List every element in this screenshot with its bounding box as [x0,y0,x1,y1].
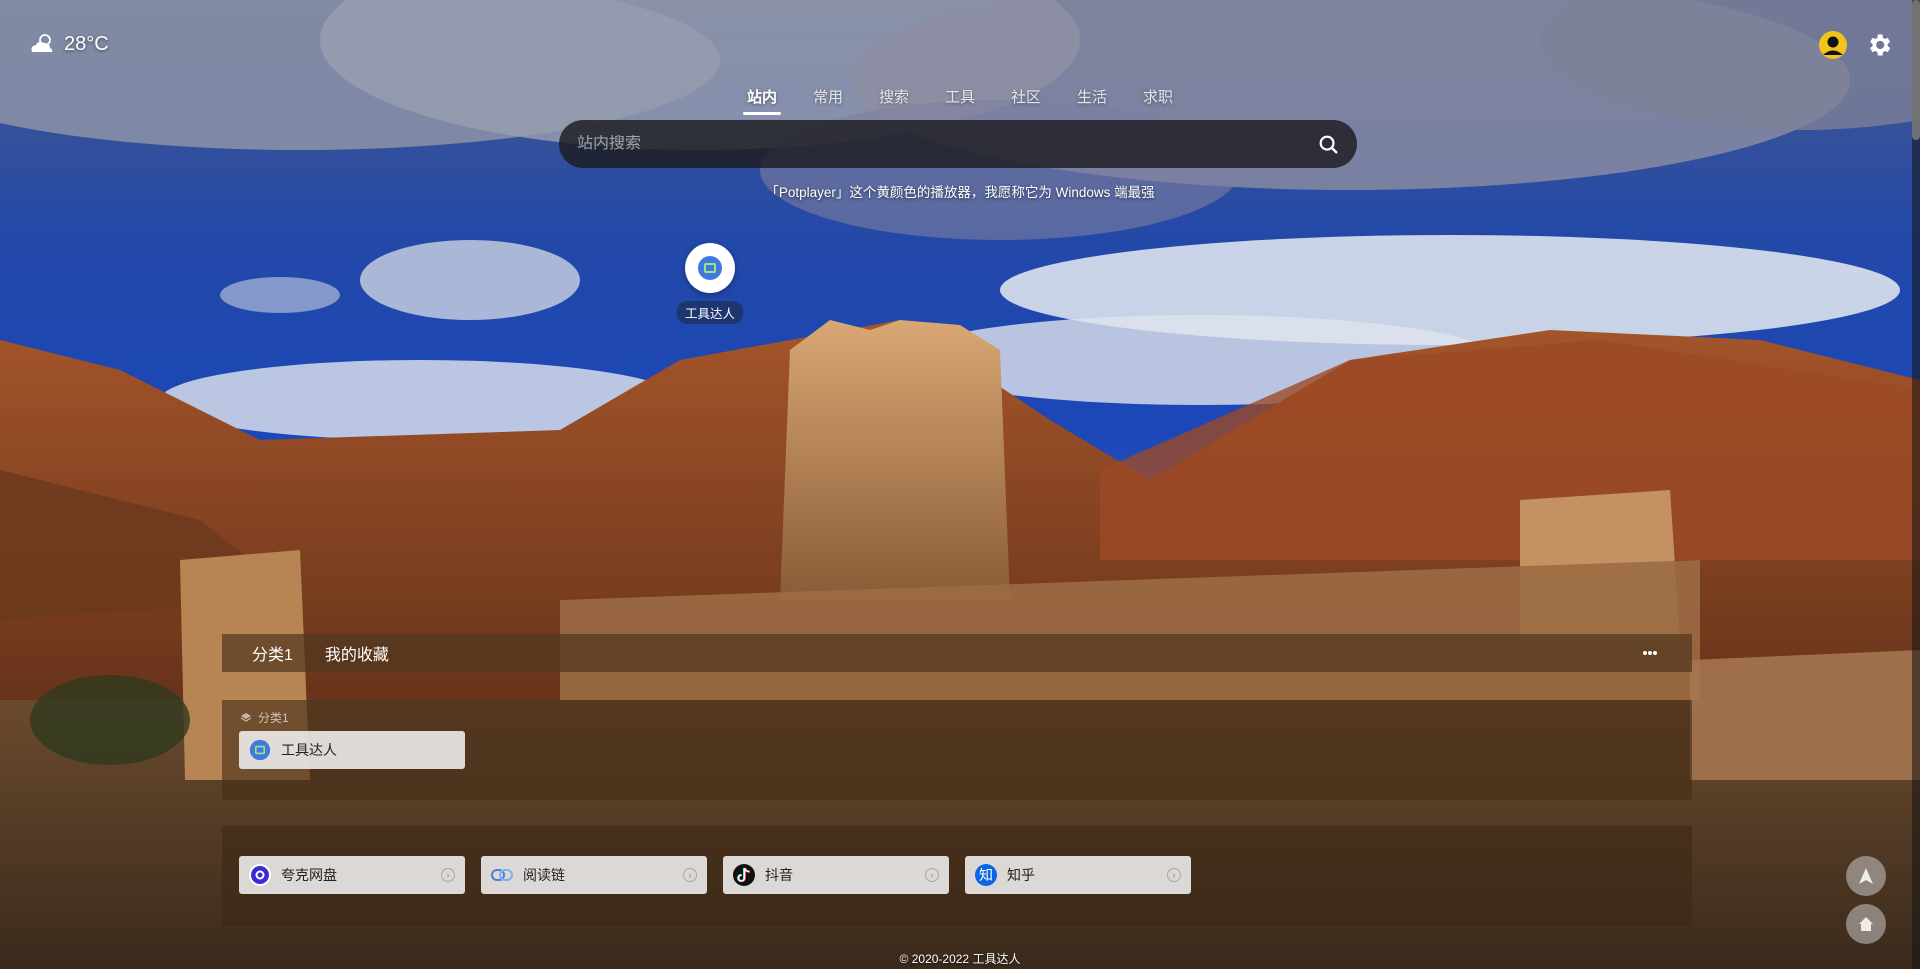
link-card-gongju-daren[interactable]: 工具达人 [239,731,465,769]
search-hint-link[interactable]: 「Potplayer」这个黄颜色的播放器，我愿称它为 Windows 端最强 [0,181,1920,201]
tab-gongju[interactable]: 工具 [927,86,993,115]
site-logo-icon [249,739,271,761]
home-icon[interactable] [1846,904,1886,944]
link-card-label: 夸克网盘 [281,867,337,883]
page-scrollbar-thumb[interactable] [1912,0,1920,140]
top-right-actions [1818,30,1894,60]
footer-copyright: © 2020-2022 工具达人 [899,952,1021,966]
group-title-label: 分类1 [258,711,289,725]
link-card-label: 阅读链 [523,867,565,883]
layers-icon [240,712,252,722]
search-input[interactable] [577,135,1317,153]
tab-changyong[interactable]: 常用 [795,86,861,115]
quark-icon [249,864,271,886]
link-card-label: 抖音 [765,867,793,883]
tab-category-1[interactable]: 分类1 [252,641,293,665]
weather-temperature: 28°C [64,32,109,55]
link-card-quark[interactable]: 夸克网盘 › [239,856,465,894]
search-icon[interactable] [1317,133,1339,155]
navigate-icon[interactable] [1846,856,1886,896]
link-card-yuedulian[interactable]: 阅读链 › [481,856,707,894]
tab-zhannei[interactable]: 站内 [729,86,795,115]
site-logo-icon [685,243,735,293]
weather-widget[interactable]: 28°C [28,32,109,56]
tab-my-favorites[interactable]: 我的收藏 [325,641,389,665]
link-card-label: 知乎 [1007,867,1035,883]
go-arrow-icon: › [683,868,697,882]
favorites-header: 分类1 我的收藏 [222,634,1692,672]
favorites-group-panel: 分类1 工具达人 [222,700,1692,800]
tab-shequ[interactable]: 社区 [993,86,1059,115]
go-arrow-icon: › [925,868,939,882]
go-arrow-icon: › [441,868,455,882]
tab-sousuo[interactable]: 搜索 [861,86,927,115]
page-scrollbar-track[interactable] [1912,0,1920,969]
user-avatar-icon[interactable] [1818,30,1848,60]
shortcut-label: 工具达人 [676,301,743,324]
go-arrow-icon: › [1167,868,1181,882]
link-card-label: 工具达人 [281,742,337,758]
partly-cloudy-icon [31,34,53,52]
search-bar [559,120,1357,168]
tab-shenghuo[interactable]: 生活 [1059,86,1125,115]
gear-icon[interactable] [1864,30,1894,60]
link-icon [491,864,513,886]
tab-qiuzhi[interactable]: 求职 [1125,86,1191,115]
douyin-icon [733,864,755,886]
more-options-icon[interactable] [1642,648,1662,658]
zhihu-icon: 知 [975,864,997,886]
shortcut-gongju-daren[interactable]: 工具达人 [676,243,744,324]
quick-links-panel: 夸克网盘 › 阅读链 › 抖音 › 知 知乎 › [222,826,1692,926]
group-title: 分类1 [240,709,289,726]
link-card-douyin[interactable]: 抖音 › [723,856,949,894]
search-tabs: 站内 常用 搜索 工具 社区 生活 求职 [0,86,1920,115]
link-card-zhihu[interactable]: 知 知乎 › [965,856,1191,894]
